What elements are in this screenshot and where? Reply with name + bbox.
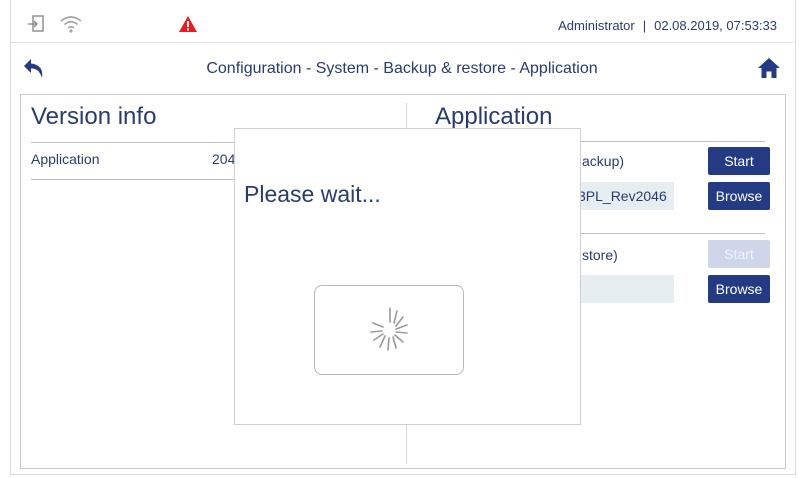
- backup-label: ackup): [582, 153, 625, 169]
- warning-icon[interactable]: [178, 15, 198, 38]
- backup-start-button[interactable]: Start: [708, 147, 770, 175]
- login-icon: [27, 14, 45, 39]
- restore-start-button[interactable]: Start: [708, 240, 770, 268]
- wait-message: Please wait...: [244, 181, 381, 207]
- backup-browse-button[interactable]: Browse: [708, 182, 770, 210]
- spinner-box: [314, 285, 464, 375]
- version-row-value: 204: [212, 151, 236, 167]
- wifi-icon: [59, 14, 83, 39]
- backup-file-field[interactable]: 3PL_Rev2046: [572, 182, 674, 210]
- restore-label: store): [582, 247, 618, 263]
- restore-file-field[interactable]: [572, 275, 674, 303]
- please-wait-dialog: Please wait...: [234, 128, 581, 425]
- user-name: Administrator: [558, 18, 635, 33]
- home-icon[interactable]: [757, 57, 781, 84]
- page-title: Configuration - System - Backup & restor…: [206, 60, 598, 77]
- nav-bar: Configuration - System - Backup & restor…: [11, 43, 793, 93]
- date-time: 02.08.2019, 07:53:33: [654, 18, 777, 33]
- status-bar: Administrator | 02.08.2019, 07:53:33: [11, 6, 793, 43]
- status-info: Administrator | 02.08.2019, 07:53:33: [558, 18, 777, 33]
- loading-spinner-icon: [358, 295, 422, 370]
- status-separator: |: [642, 18, 647, 33]
- version-info-heading: Version info: [31, 103, 157, 130]
- application-heading: Application: [435, 103, 553, 130]
- version-row-label: Application: [31, 151, 100, 167]
- restore-browse-button[interactable]: Browse: [708, 275, 770, 303]
